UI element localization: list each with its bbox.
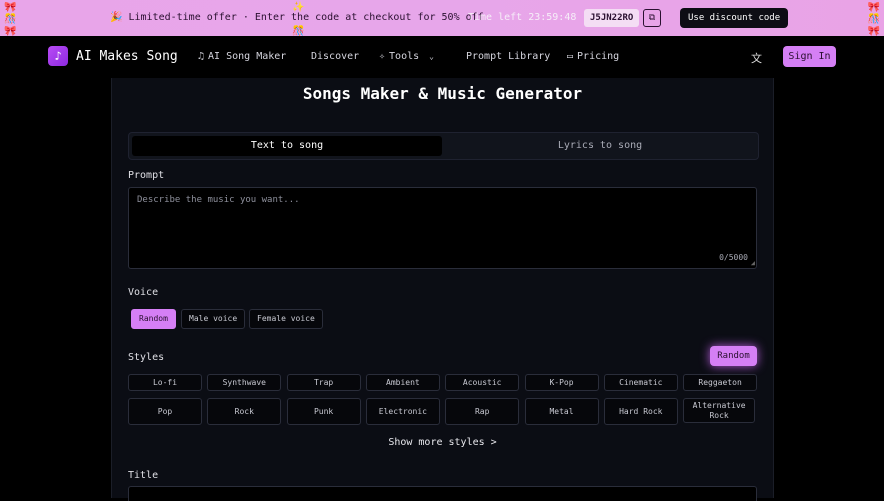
style-chip[interactable]: Lo-fi — [128, 374, 202, 391]
language-icon[interactable]: 文 — [751, 50, 762, 66]
style-chip[interactable]: Reggaeton — [683, 374, 758, 391]
music-note-icon: ♫ — [198, 51, 205, 62]
nav-item-tools[interactable]: ✧ Tools ⌄ — [379, 51, 434, 62]
discount-code: J5JN22RO — [584, 9, 640, 27]
voice-label: Voice — [128, 287, 159, 298]
title-label: Title — [128, 470, 159, 481]
copy-icon[interactable]: ⧉ — [643, 9, 661, 27]
resize-handle-icon[interactable]: ◢ — [751, 259, 755, 267]
show-more-styles-button[interactable]: Show more styles > — [112, 437, 773, 448]
mode-tabs: Text to song Lyrics to song — [128, 132, 759, 160]
style-chip[interactable]: Rap — [445, 398, 520, 425]
style-chip[interactable]: K-Pop — [524, 374, 599, 391]
offer-text: 🎉 Limited-time offer · Enter the code at… — [110, 12, 484, 23]
brand-name[interactable]: AI Makes Song — [76, 49, 178, 64]
voice-random-button[interactable]: Random — [131, 309, 176, 329]
style-chip[interactable]: Cinematic — [603, 374, 678, 391]
generator-card: Songs Maker & Music Generator Text to so… — [111, 78, 774, 501]
style-chip[interactable]: Ambient — [365, 374, 440, 391]
chevron-down-icon: ⌄ — [429, 52, 434, 61]
style-chip[interactable]: Alternative Rock — [683, 398, 756, 423]
nav-item-song-maker[interactable]: ♫ AI Song Maker — [198, 51, 286, 62]
random-styles-button[interactable]: Random — [710, 346, 757, 366]
promo-banner: 🎀 🎊 🎀 ✨ 🎊 🎀 🎊 🎀 🎉 Limited-time offer · Enter … — [0, 0, 884, 37]
nav-item-pricing[interactable]: ▭ Pricing — [567, 51, 619, 62]
style-chip[interactable]: Synthwave — [207, 374, 282, 391]
top-nav: ♪ AI Makes Song ♫ AI Song Maker Discover … — [0, 36, 884, 78]
style-chip[interactable]: Punk — [286, 398, 361, 425]
ribbon-decoration-icon: 🎀 🎊 🎀 — [867, 2, 880, 37]
style-chip[interactable]: Acoustic — [445, 374, 520, 391]
prompt-input[interactable]: Describe the music you want... 0/5000 ◢ — [128, 187, 757, 269]
sign-in-button[interactable]: Sign In — [783, 46, 836, 67]
ribbon-decoration-icon: 🎀 🎊 🎀 — [4, 2, 17, 37]
style-chip[interactable]: Pop — [128, 398, 202, 425]
use-discount-button[interactable]: Use discount code — [680, 8, 789, 28]
char-counter: 0/5000 — [719, 253, 748, 262]
styles-label: Styles — [128, 352, 165, 363]
style-chip[interactable]: Trap — [286, 374, 361, 391]
tab-lyrics-to-song[interactable]: Lyrics to song — [445, 136, 755, 156]
tab-text-to-song[interactable]: Text to song — [132, 136, 442, 156]
voice-male-button[interactable]: Male voice — [181, 309, 246, 329]
style-chip[interactable]: Electronic — [365, 398, 440, 425]
style-chip[interactable]: Rock — [207, 398, 282, 425]
style-chip[interactable]: Hard Rock — [603, 398, 678, 425]
prompt-label: Prompt — [128, 170, 165, 181]
sparkles-icon: ✧ — [379, 51, 386, 62]
nav-item-discover[interactable]: Discover — [311, 51, 359, 62]
countdown-timer: Time left 23:59:48 — [468, 12, 577, 23]
style-chip[interactable]: Metal — [524, 398, 599, 425]
music-note-logo-icon[interactable]: ♪ — [48, 46, 68, 66]
voice-female-button[interactable]: Female voice — [249, 309, 323, 329]
card-icon: ▭ — [567, 51, 574, 62]
prompt-placeholder: Describe the music you want... — [137, 195, 300, 205]
nav-item-prompt-library[interactable]: Prompt Library — [466, 51, 550, 62]
page-title: Songs Maker & Music Generator — [302, 84, 583, 103]
